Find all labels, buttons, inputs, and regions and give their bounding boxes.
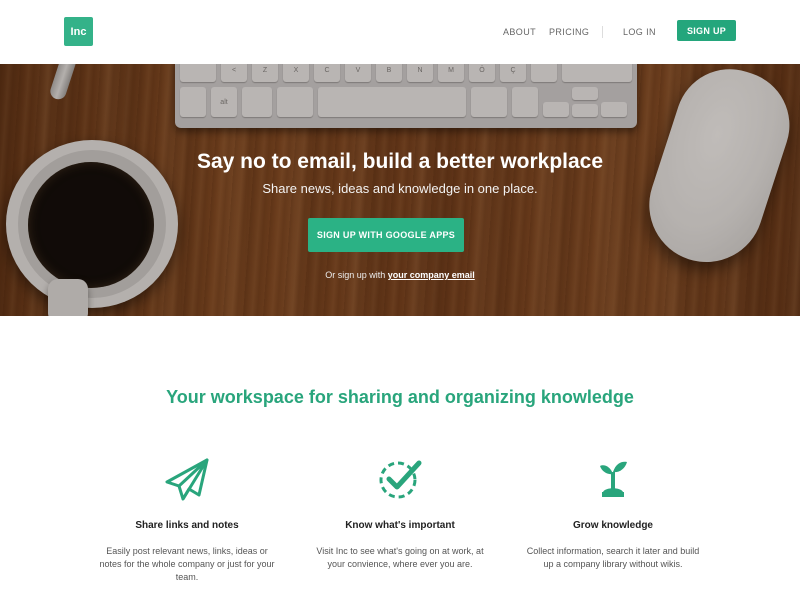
logo[interactable]: Inc — [64, 17, 93, 46]
feature-grow: Grow knowledge Collect information, sear… — [513, 456, 713, 571]
nav-about-link[interactable]: ABOUT — [503, 27, 536, 37]
hero-banner: < Z X C V B N M Ö Ç alt Say no to email,… — [0, 64, 800, 316]
sprout-icon — [600, 461, 627, 497]
feature-title: Grow knowledge — [572, 520, 653, 531]
feature-title: Share links and notes — [135, 520, 239, 531]
feature-share: Share links and notes Easily post releva… — [87, 456, 287, 584]
paper-plane-icon — [165, 458, 209, 501]
feature-important: Know what's important Visit Inc to see w… — [300, 456, 500, 571]
check-badge-icon — [379, 460, 422, 499]
feature-title: Know what's important — [345, 520, 455, 531]
company-email-link[interactable]: your company email — [388, 270, 475, 280]
google-apps-signup-button[interactable]: SIGN UP WITH GOOGLE APPS — [308, 218, 464, 252]
alt-signup-prefix: Or sign up with — [325, 270, 386, 280]
feature-text: Visit Inc to see what's going on at work… — [316, 546, 484, 569]
signup-button[interactable]: SIGN UP — [677, 20, 736, 41]
feature-text: Easily post relevant news, links, ideas … — [99, 546, 275, 582]
nav-login-link[interactable]: LOG IN — [623, 27, 656, 37]
hero-subtitle: Share news, ideas and knowledge in one p… — [262, 181, 538, 196]
nav-pricing-link[interactable]: PRICING — [549, 27, 589, 37]
top-navbar: Inc ABOUT PRICING LOG IN SIGN UP — [0, 0, 800, 64]
alt-signup-text: Or sign up with your company email — [0, 270, 800, 280]
nav-divider — [602, 26, 603, 38]
feature-text: Collect information, search it later and… — [526, 546, 700, 569]
hero-title: Say no to email, build a better workplac… — [196, 150, 604, 173]
features-title: Your workspace for sharing and organizin… — [166, 387, 634, 407]
